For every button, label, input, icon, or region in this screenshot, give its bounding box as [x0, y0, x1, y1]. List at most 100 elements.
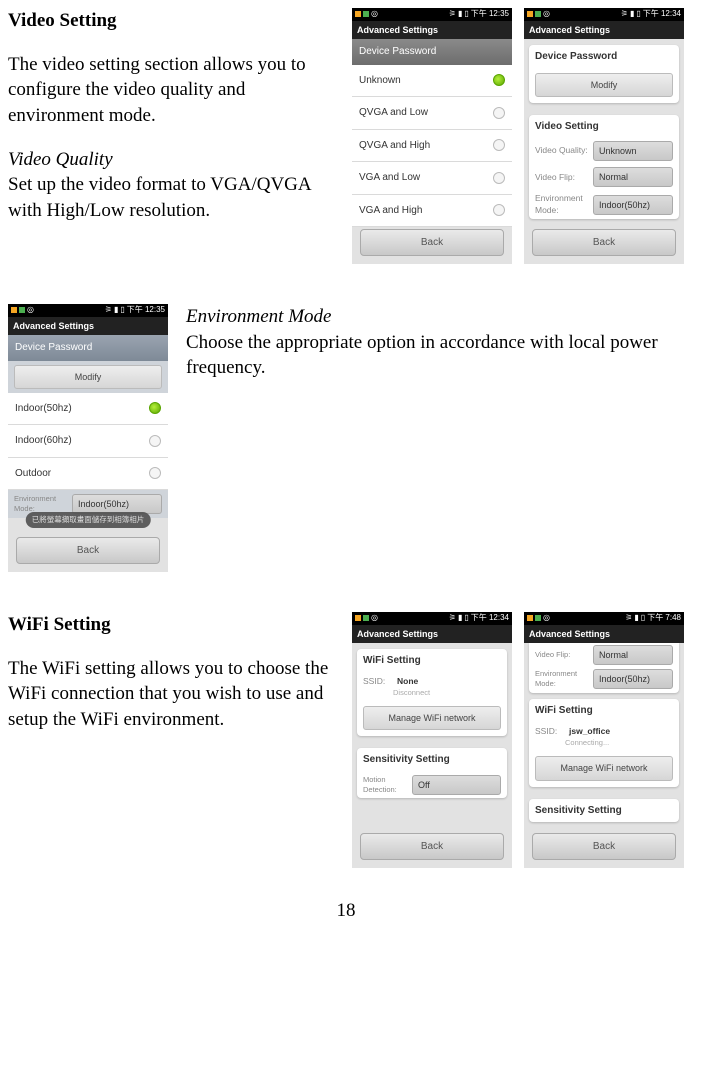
row-motion-detection: Motion Detection:Off	[357, 772, 507, 798]
ssid-status: Disconnect	[357, 688, 507, 702]
text-column: WiFi Setting The WiFi setting allows you…	[8, 612, 334, 868]
ssid-value: None	[397, 676, 418, 687]
signal-icon: ▮	[458, 613, 462, 624]
card-wifi-setting: WiFi Setting SSID:jsw_office Connecting.…	[529, 699, 679, 786]
radio-icon	[149, 402, 161, 414]
radio-icon	[493, 172, 505, 184]
back-button[interactable]: Back	[532, 229, 676, 257]
section-wifi-setting: WiFi Setting The WiFi setting allows you…	[8, 612, 684, 868]
card-sensitivity: Sensitivity Setting Motion Detection:Off	[357, 748, 507, 798]
wifi-icon: ⚞	[449, 9, 456, 20]
back-button[interactable]: Back	[360, 229, 504, 257]
battery-icon: ▯	[636, 9, 640, 20]
radio-icon	[149, 435, 161, 447]
manage-wifi-button[interactable]: Manage WiFi network	[535, 756, 673, 780]
wifi-icon: ⚞	[449, 613, 456, 624]
selector-header: Device Password	[8, 335, 168, 361]
screenshot-group-2: ◎ ⚞▮▯下午 12:35 Advanced Settings Device P…	[8, 304, 168, 572]
header-title: Advanced Settings	[524, 625, 684, 643]
battery-icon: ▯	[464, 613, 468, 624]
screenshot-env-mode: ◎ ⚞▮▯下午 12:35 Advanced Settings Device P…	[8, 304, 168, 572]
header-title: Advanced Settings	[8, 317, 168, 335]
back-button[interactable]: Back	[360, 833, 504, 861]
option-outdoor[interactable]: Outdoor	[8, 458, 168, 491]
modify-button[interactable]: Modify	[14, 365, 162, 389]
heading-video-quality: Video Quality	[8, 147, 334, 173]
wifi-icon: ⚞	[625, 613, 632, 624]
card-device-password: Device Password Modify	[529, 45, 679, 103]
paragraph-video-intro: The video setting section allows you to …	[8, 52, 334, 129]
env-mode-select[interactable]: Indoor(50hz)	[593, 195, 673, 215]
header-title: Advanced Settings	[352, 21, 512, 39]
row-video-quality: Video Quality:Unknown	[529, 138, 679, 164]
heading-video-setting: Video Setting	[8, 8, 334, 34]
selector-header: Device Password	[352, 39, 512, 65]
radio-icon	[493, 107, 505, 119]
text-column: Video Setting The video setting section …	[8, 8, 334, 264]
paragraph-environment-mode: Choose the appropriate option in accorda…	[186, 330, 684, 381]
row-video-flip: Video Flip:Normal	[529, 164, 679, 190]
option-qvga-high[interactable]: QVGA and High	[352, 130, 512, 163]
video-flip-select[interactable]: Normal	[593, 645, 673, 665]
status-bar: ◎ ⚞▮▯下午 12:35	[352, 8, 512, 21]
option-vga-high[interactable]: VGA and High	[352, 195, 512, 228]
page-number: 18	[8, 898, 684, 924]
status-bar: ◎ ⚞▮▯下午 12:34	[524, 8, 684, 21]
card-wifi-setting: WiFi Setting SSID:None Disconnect Manage…	[357, 649, 507, 736]
section-environment-mode: ◎ ⚞▮▯下午 12:35 Advanced Settings Device P…	[8, 304, 684, 572]
row-video-flip: Video Flip:Normal	[535, 645, 673, 667]
status-time: 下午 12:34	[471, 613, 509, 624]
screenshot-wifi-connecting: ◎ ⚞▮▯下午 7:48 Advanced Settings Video Fli…	[524, 612, 684, 868]
status-time: 下午 12:35	[127, 305, 165, 316]
card-video-partial: Video Flip:Normal Environment Mode:Indoo…	[529, 643, 679, 693]
heading-environment-mode: Environment Mode	[186, 304, 684, 330]
row-env-mode: Environment Mode:Indoor(50hz)	[535, 667, 673, 689]
battery-icon: ▯	[464, 9, 468, 20]
option-indoor-60[interactable]: Indoor(60hz)	[8, 425, 168, 458]
video-flip-select[interactable]: Normal	[593, 167, 673, 187]
battery-icon: ▯	[120, 305, 124, 316]
signal-icon: ▮	[114, 305, 118, 316]
option-qvga-low[interactable]: QVGA and Low	[352, 97, 512, 130]
heading-wifi-setting: WiFi Setting	[8, 612, 334, 638]
radio-icon	[493, 74, 505, 86]
radio-icon	[149, 467, 161, 479]
radio-icon	[493, 139, 505, 151]
card-sensitivity: Sensitivity Setting	[529, 799, 679, 823]
screenshot-advanced-settings: ◎ ⚞▮▯下午 12:34 Advanced Settings Device P…	[524, 8, 684, 264]
signal-icon: ▮	[630, 9, 634, 20]
status-time: 下午 12:35	[471, 9, 509, 20]
status-bar: ◎ ⚞▮▯下午 12:35	[8, 304, 168, 317]
option-vga-low[interactable]: VGA and Low	[352, 162, 512, 195]
option-indoor-50[interactable]: Indoor(50hz)	[8, 393, 168, 426]
text-column: Environment Mode Choose the appropriate …	[186, 304, 684, 572]
ssid-status: Connecting...	[529, 738, 679, 752]
status-time: 下午 12:34	[643, 9, 681, 20]
motion-detection-select[interactable]: Off	[412, 775, 501, 795]
section-video-setting: Video Setting The video setting section …	[8, 8, 684, 264]
wifi-icon: ⚞	[105, 305, 112, 316]
paragraph-video-quality: Set up the video format to VGA/QVGA with…	[8, 172, 334, 223]
modify-button[interactable]: Modify	[535, 73, 673, 97]
card-video-setting: Video Setting Video Quality:Unknown Vide…	[529, 115, 679, 220]
screenshot-video-quality: ◎ ⚞▮▯下午 12:35 Advanced Settings Device P…	[352, 8, 512, 264]
signal-icon: ▮	[458, 9, 462, 20]
option-unknown[interactable]: Unknown	[352, 65, 512, 98]
ssid-value: jsw_office	[569, 726, 610, 737]
env-mode-select[interactable]: Indoor(50hz)	[593, 669, 673, 689]
back-button[interactable]: Back	[532, 833, 676, 861]
screenshot-group-3: ◎ ⚞▮▯下午 12:34 Advanced Settings WiFi Set…	[352, 612, 684, 868]
row-env-mode: Environment Mode:Indoor(50hz)	[529, 190, 679, 219]
header-title: Advanced Settings	[352, 625, 512, 643]
battery-icon: ▯	[641, 613, 645, 624]
signal-icon: ▮	[634, 613, 638, 624]
paragraph-wifi-setting: The WiFi setting allows you to choose th…	[8, 656, 334, 733]
status-bar: ◎ ⚞▮▯下午 12:34	[352, 612, 512, 625]
back-button[interactable]: Back	[16, 537, 160, 565]
manage-wifi-button[interactable]: Manage WiFi network	[363, 706, 501, 730]
toast-message: 已將螢幕擷取畫面儲存到相簿相片	[26, 512, 151, 528]
header-title: Advanced Settings	[524, 21, 684, 39]
video-quality-select[interactable]: Unknown	[593, 141, 673, 161]
screenshot-group-1: ◎ ⚞▮▯下午 12:35 Advanced Settings Device P…	[352, 8, 684, 264]
status-time: 下午 7:48	[647, 613, 681, 624]
